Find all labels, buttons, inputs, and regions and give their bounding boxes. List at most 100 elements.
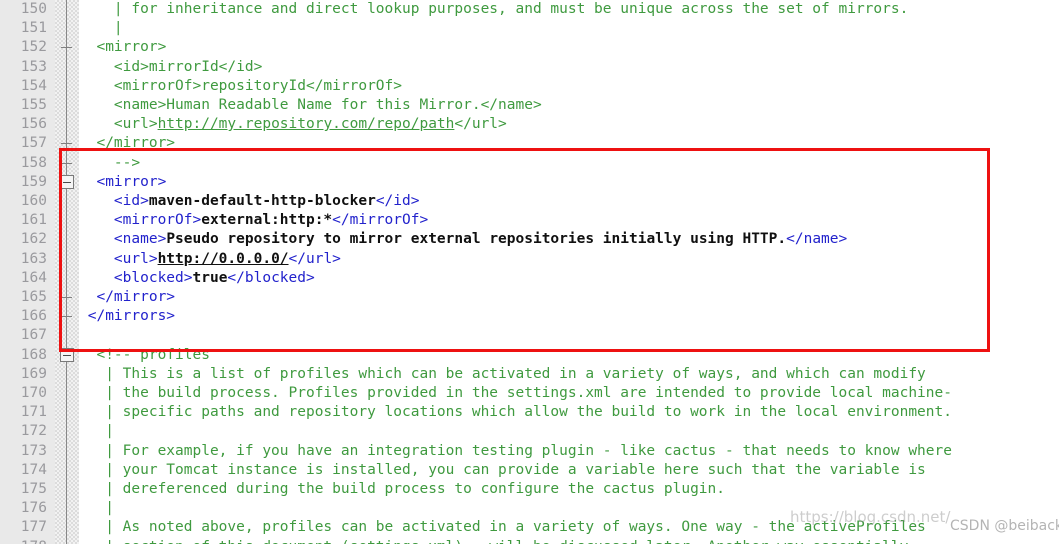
token-link[interactable]: http://0.0.0.0/ (158, 251, 289, 267)
line-number: 155 (20, 97, 47, 113)
token-tag: <mirrorOf> (79, 212, 202, 229)
line-number: 161 (20, 212, 47, 229)
token-tag: <mirror> (79, 173, 167, 190)
token-comment: <id>mirrorId</id> (79, 58, 263, 75)
line-number: 167 (20, 327, 47, 344)
line-content[interactable]: | For example, if you have an integratio… (79, 442, 952, 461)
code-folding-gutter[interactable] (55, 0, 79, 544)
code-line[interactable]: 150 | for inheritance and direct lookup … (0, 0, 1059, 20)
fold-region-dash-icon[interactable] (61, 47, 72, 49)
line-content[interactable]: --> (79, 154, 140, 173)
token-value: external:http:* (201, 212, 333, 229)
token-value: true (192, 269, 228, 286)
code-line[interactable]: 174 | your Tomcat instance is installed,… (0, 460, 1059, 480)
line-number: 174 (20, 461, 47, 478)
token-tag: </mirrors> (79, 308, 176, 325)
token-comment-link[interactable]: http://my.repository.com/repo/path (158, 116, 455, 132)
token-comment: <!-- profiles (79, 346, 210, 363)
code-line[interactable]: 170 | the build process. Profiles provid… (0, 384, 1059, 404)
token-tag: </blocked> (227, 269, 315, 286)
line-content[interactable]: | for inheritance and direct lookup purp… (79, 0, 908, 19)
token-tag: </mirror> (79, 289, 176, 305)
watermark-username: CSDN @beiback (950, 518, 1059, 534)
line-content[interactable]: <mirror> (79, 38, 166, 57)
line-content[interactable]: <id>maven-default-http-blocker</id> (79, 192, 420, 211)
code-line[interactable]: 178 | section of this document (settings… (0, 537, 1059, 544)
line-content[interactable]: <mirrorOf>external:http:*</mirrorOf> (79, 211, 428, 230)
code-line[interactable]: 173 | For example, if you have an integr… (0, 441, 1059, 461)
line-content[interactable]: <url>http://0.0.0.0/</url> (79, 250, 341, 269)
token-comment: | This is a list of profiles which can b… (79, 365, 926, 382)
token-comment: <mirror> (79, 39, 167, 56)
token-tag: <url> (79, 250, 158, 267)
line-content[interactable]: | (79, 422, 114, 441)
token-comment: <name>Human Readable Name for this Mirro… (79, 97, 542, 113)
line-number: 172 (20, 423, 47, 440)
token-comment: | section of this document (settings.xml… (79, 539, 908, 544)
fold-region-dash-icon[interactable] (61, 316, 72, 318)
token-comment: | your Tomcat instance is installed, you… (79, 461, 926, 478)
line-number: 150 (20, 1, 47, 17)
fold-collapse-icon[interactable] (59, 175, 74, 190)
token-comment: <mirrorOf>repositoryId</mirrorOf> (79, 77, 403, 94)
code-line[interactable]: 171 | specific paths and repository loca… (0, 403, 1059, 423)
line-content[interactable]: <url>http://my.repository.com/repo/path<… (79, 115, 507, 134)
fold-region-dash-icon[interactable] (61, 143, 72, 145)
line-number: 171 (20, 404, 47, 421)
line-content[interactable]: | section of this document (settings.xml… (79, 538, 908, 544)
line-number: 177 (20, 519, 47, 536)
watermark-url: https://blog.csdn.net/ (790, 508, 951, 526)
line-content[interactable]: <name>Human Readable Name for this Mirro… (79, 96, 542, 115)
token-tag: </url> (288, 250, 341, 267)
fold-region-dash-icon[interactable] (61, 297, 72, 298)
code-editor[interactable]: 150 | for inheritance and direct lookup … (0, 0, 1059, 544)
line-number: 157 (20, 135, 47, 152)
line-content[interactable]: </mirror> (79, 288, 175, 307)
line-content[interactable]: <!-- profiles (79, 346, 210, 365)
line-number: 158 (20, 154, 47, 171)
line-number: 170 (20, 385, 47, 401)
line-content[interactable]: | the build process. Profiles provided i… (79, 384, 952, 403)
fold-region-dash-icon[interactable] (61, 162, 72, 164)
token-tag: </name> (786, 231, 848, 248)
line-content[interactable]: | dereferenced during the build process … (79, 480, 725, 499)
token-tag: <blocked> (79, 269, 193, 286)
line-content[interactable]: </mirror> (79, 134, 175, 153)
code-line[interactable]: 169 | This is a list of profiles which c… (0, 364, 1059, 384)
line-content[interactable]: | (79, 499, 114, 518)
line-number: 151 (20, 20, 47, 37)
line-number: 165 (20, 289, 47, 305)
token-comment: | (79, 423, 114, 440)
token-tag: <id> (79, 193, 149, 209)
token-comment: <url> (79, 116, 158, 133)
fold-collapse-icon[interactable] (59, 348, 74, 363)
token-value: Pseudo repository to mirror external rep… (166, 231, 787, 248)
token-tag: </mirrorOf> (332, 212, 429, 229)
line-number: 152 (20, 39, 47, 56)
line-content[interactable]: <mirror> (79, 173, 166, 192)
line-number: 160 (20, 193, 47, 209)
token-comment: --> (79, 154, 141, 171)
line-number: 168 (20, 346, 47, 363)
line-number: 166 (20, 308, 47, 325)
line-number: 173 (20, 442, 47, 459)
line-number: 163 (20, 250, 47, 267)
line-number: 159 (20, 173, 47, 190)
line-number: 178 (0, 538, 47, 544)
token-comment: | dereferenced during the build process … (79, 481, 726, 497)
line-content[interactable]: <name>Pseudo repository to mirror extern… (79, 230, 847, 249)
line-number: 162 (20, 231, 47, 248)
token-tag: </id> (375, 193, 420, 209)
token-comment: | for inheritance and direct lookup purp… (79, 1, 909, 17)
line-content[interactable]: | your Tomcat instance is installed, you… (79, 461, 926, 480)
token-comment: | the build process. Profiles provided i… (79, 385, 952, 401)
line-content[interactable]: | (79, 19, 123, 38)
token-comment: </url> (454, 116, 507, 133)
line-content[interactable]: | specific paths and repository location… (79, 403, 952, 422)
line-content[interactable]: <blocked>true</blocked> (79, 269, 315, 288)
line-content[interactable]: <mirrorOf>repositoryId</mirrorOf> (79, 77, 402, 96)
token-comment: | specific paths and repository location… (79, 404, 952, 421)
line-content[interactable]: <id>mirrorId</id> (79, 58, 262, 77)
line-content[interactable]: </mirrors> (79, 307, 175, 326)
line-content[interactable]: | This is a list of profiles which can b… (79, 365, 926, 384)
